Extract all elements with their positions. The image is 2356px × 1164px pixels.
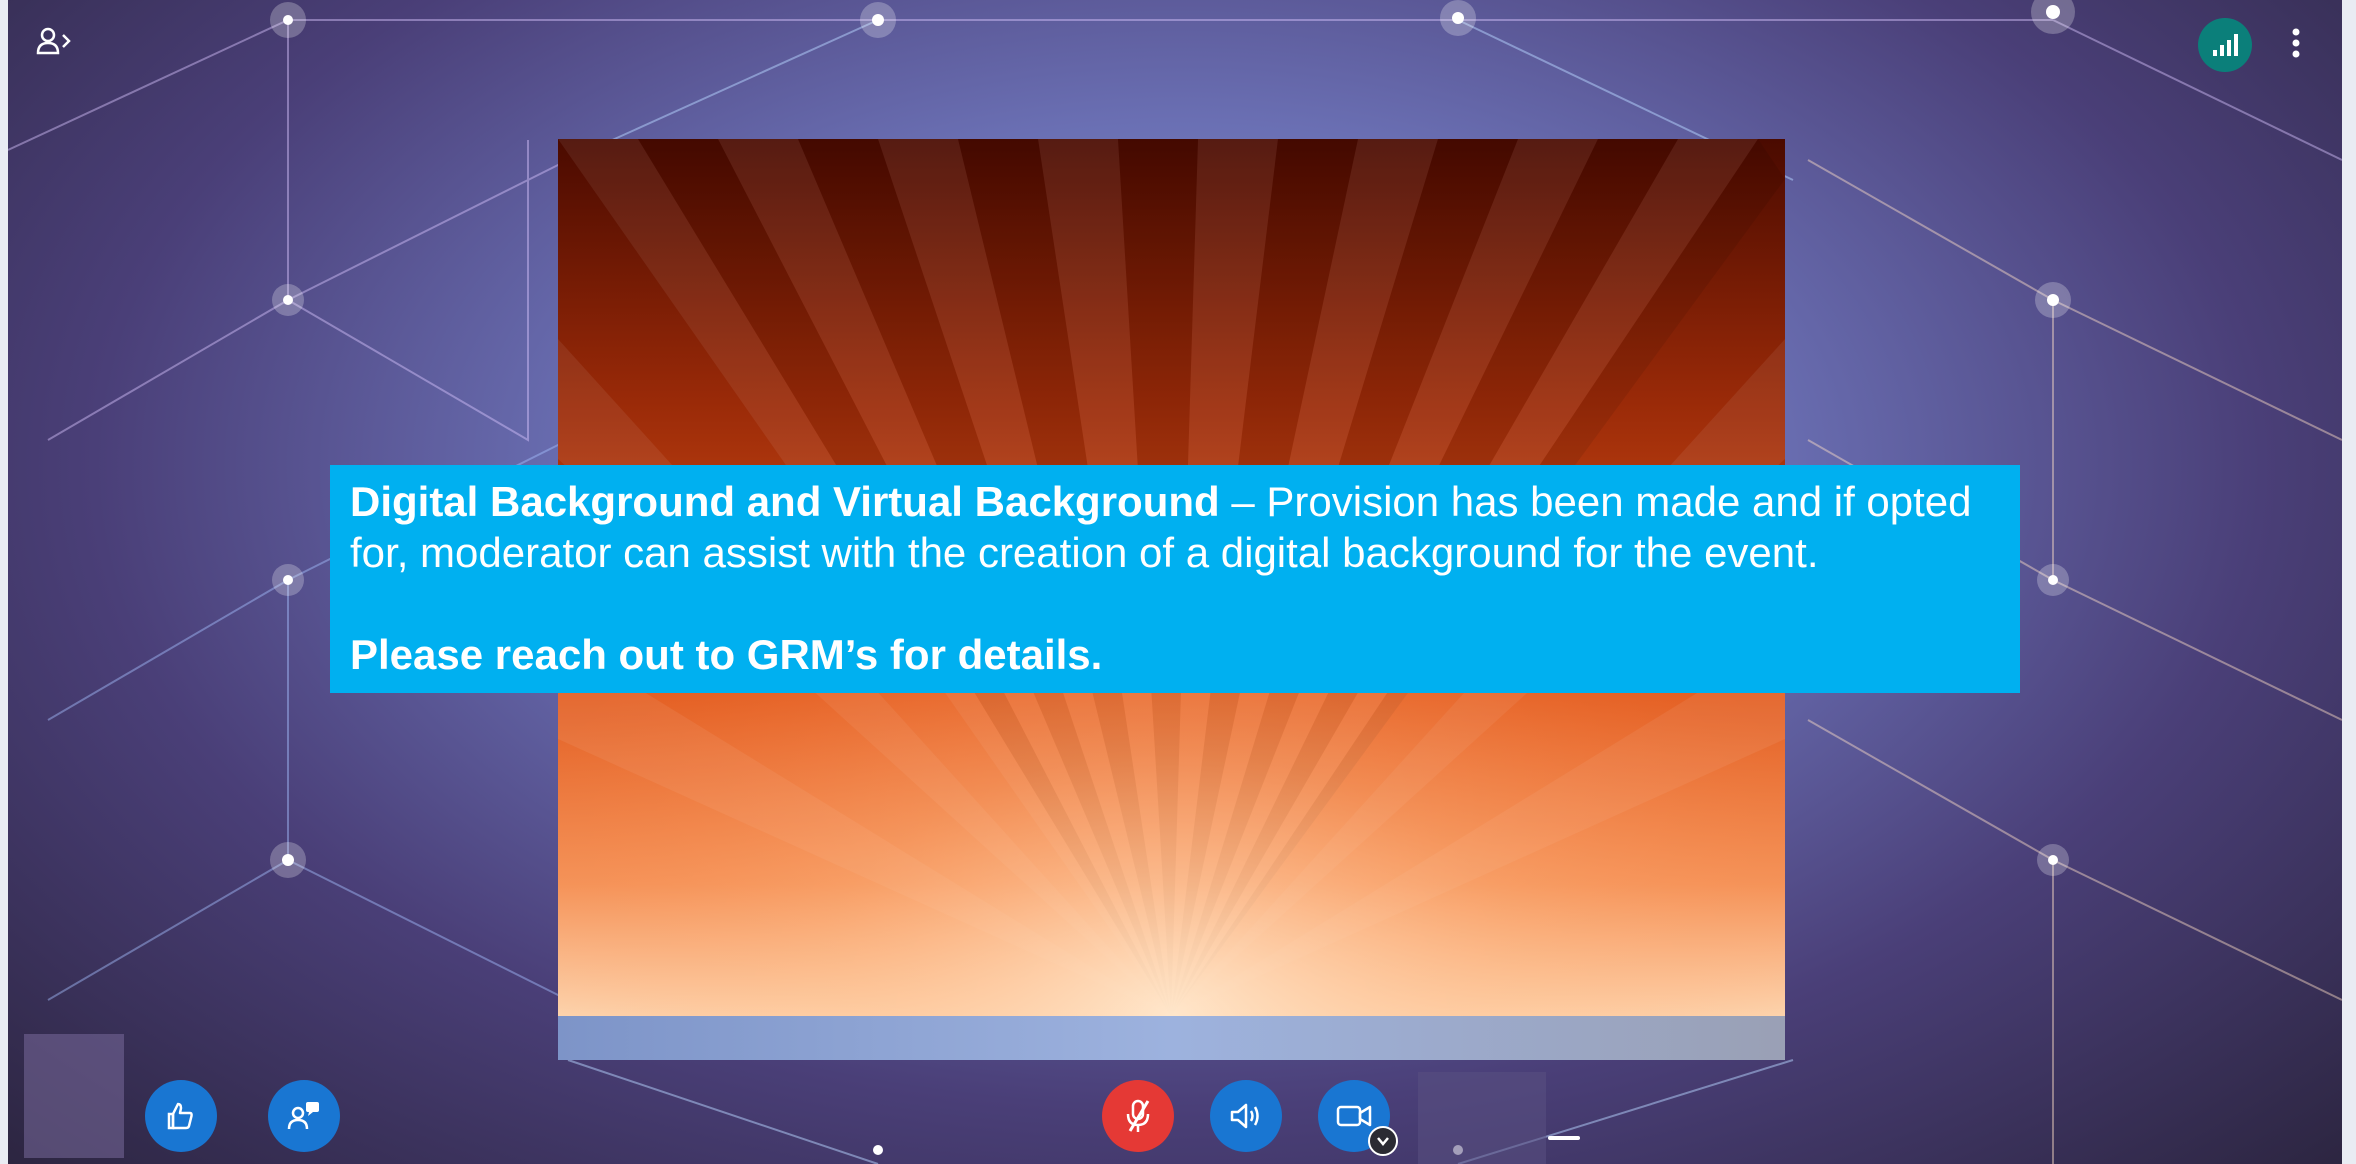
thumbs-up-icon <box>167 1102 193 1130</box>
caption-heading: Digital Background and Virtual Backgroun… <box>350 478 1220 525</box>
network-status-button[interactable] <box>2198 18 2252 72</box>
caption-note: Please reach out to GRM’s for details. <box>350 629 2000 680</box>
mic-muted-icon <box>1126 1099 1150 1132</box>
speaker-icon <box>1230 1103 1259 1129</box>
slide-footer-strip <box>558 1016 1785 1060</box>
video-tile-indicator <box>1548 1136 1580 1140</box>
video-tile-preview[interactable] <box>1418 1072 1546 1164</box>
camera-icon <box>1336 1105 1372 1127</box>
participants-button[interactable] <box>30 22 80 62</box>
more-vertical-icon <box>2292 28 2300 58</box>
slide-caption-box: Digital Background and Virtual Backgroun… <box>330 465 2020 693</box>
participants-icon <box>36 27 71 55</box>
window-edge-right <box>2342 0 2356 1164</box>
caption-note-text: Please reach out to GRM’s for details. <box>350 631 1103 678</box>
reaction-like-button[interactable] <box>145 1080 217 1152</box>
microphone-toggle-button[interactable] <box>1102 1080 1174 1152</box>
more-options-button[interactable] <box>2278 20 2314 66</box>
camera-options-button[interactable] <box>1368 1126 1398 1156</box>
signal-strength-icon <box>2213 34 2238 56</box>
caption-paragraph: Digital Background and Virtual Backgroun… <box>350 476 2000 578</box>
contact-moderator-button[interactable] <box>268 1080 340 1152</box>
moderator-icon <box>287 1102 319 1130</box>
chevron-down-icon <box>1377 1137 1389 1146</box>
speaker-toggle-button[interactable] <box>1210 1080 1282 1152</box>
window-edge-left <box>0 0 8 1164</box>
self-view-tile[interactable] <box>24 1034 124 1158</box>
